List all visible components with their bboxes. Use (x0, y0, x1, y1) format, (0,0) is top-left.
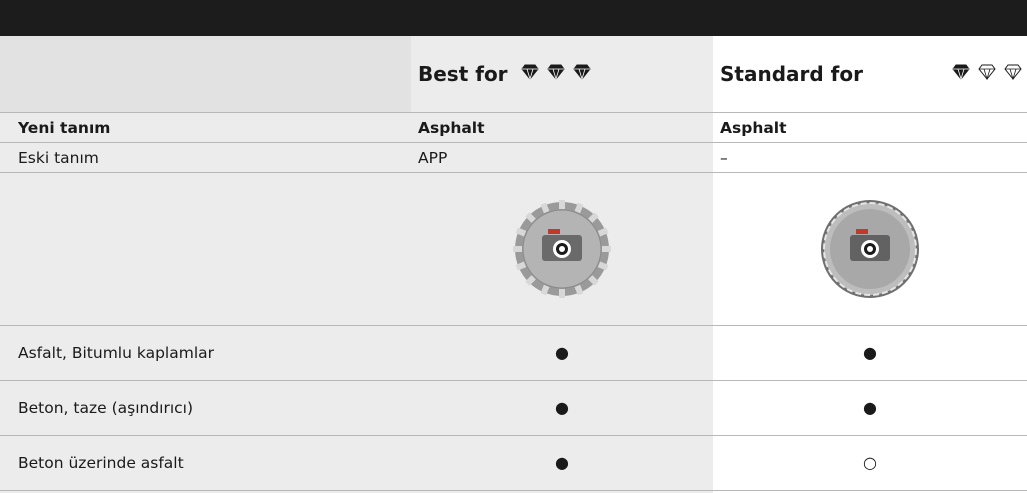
standard-blade-image (713, 173, 1027, 325)
standard-diamond-rating-icon (951, 64, 1025, 85)
diamond-blade-icon (821, 200, 919, 298)
best-blade-image (411, 173, 713, 325)
best-header: Best for (418, 36, 713, 112)
application-label: Beton, taze (aşındırıcı) (18, 399, 194, 417)
application-row: Asfalt, Bitumlu kaplamlar ● ● (0, 326, 1027, 380)
diamond-blade-icon (513, 200, 611, 298)
old-name-label: Eski tanım (18, 148, 99, 167)
product-image-row (0, 173, 1027, 325)
rule (0, 490, 1027, 491)
header-row: Best for Standard for (0, 36, 1027, 112)
standard-suitability-mark: ○ (863, 453, 877, 472)
best-suitability-mark: ● (555, 453, 569, 472)
application-row: Beton üzerinde asfalt ● ○ (0, 436, 1027, 490)
best-suitability-mark: ● (555, 343, 569, 362)
diamond-icons (952, 64, 1022, 80)
best-new-name: Asphalt (418, 118, 485, 137)
standard-title: Standard for (720, 62, 863, 86)
application-label: Asfalt, Bitumlu kaplamlar (18, 344, 214, 362)
standard-old-name: – (720, 148, 728, 167)
best-old-name: APP (418, 148, 448, 167)
best-diamond-rating-icon (520, 64, 594, 85)
standard-header: Standard for (720, 36, 1027, 112)
best-suitability-mark: ● (555, 398, 569, 417)
application-row: Beton, taze (aşındırıcı) ● ● (0, 381, 1027, 435)
top-bar (0, 0, 1027, 36)
new-name-row: Yeni tanım Asphalt Asphalt (0, 113, 1027, 142)
standard-suitability-mark: ● (863, 398, 877, 417)
diamond-icons (520, 64, 591, 80)
standard-new-name: Asphalt (720, 118, 787, 137)
new-name-label: Yeni tanım (18, 118, 111, 137)
old-name-row: Eski tanım APP – (0, 143, 1027, 172)
best-title: Best for (418, 62, 508, 86)
application-label: Beton üzerinde asfalt (18, 454, 184, 472)
standard-suitability-mark: ● (863, 343, 877, 362)
